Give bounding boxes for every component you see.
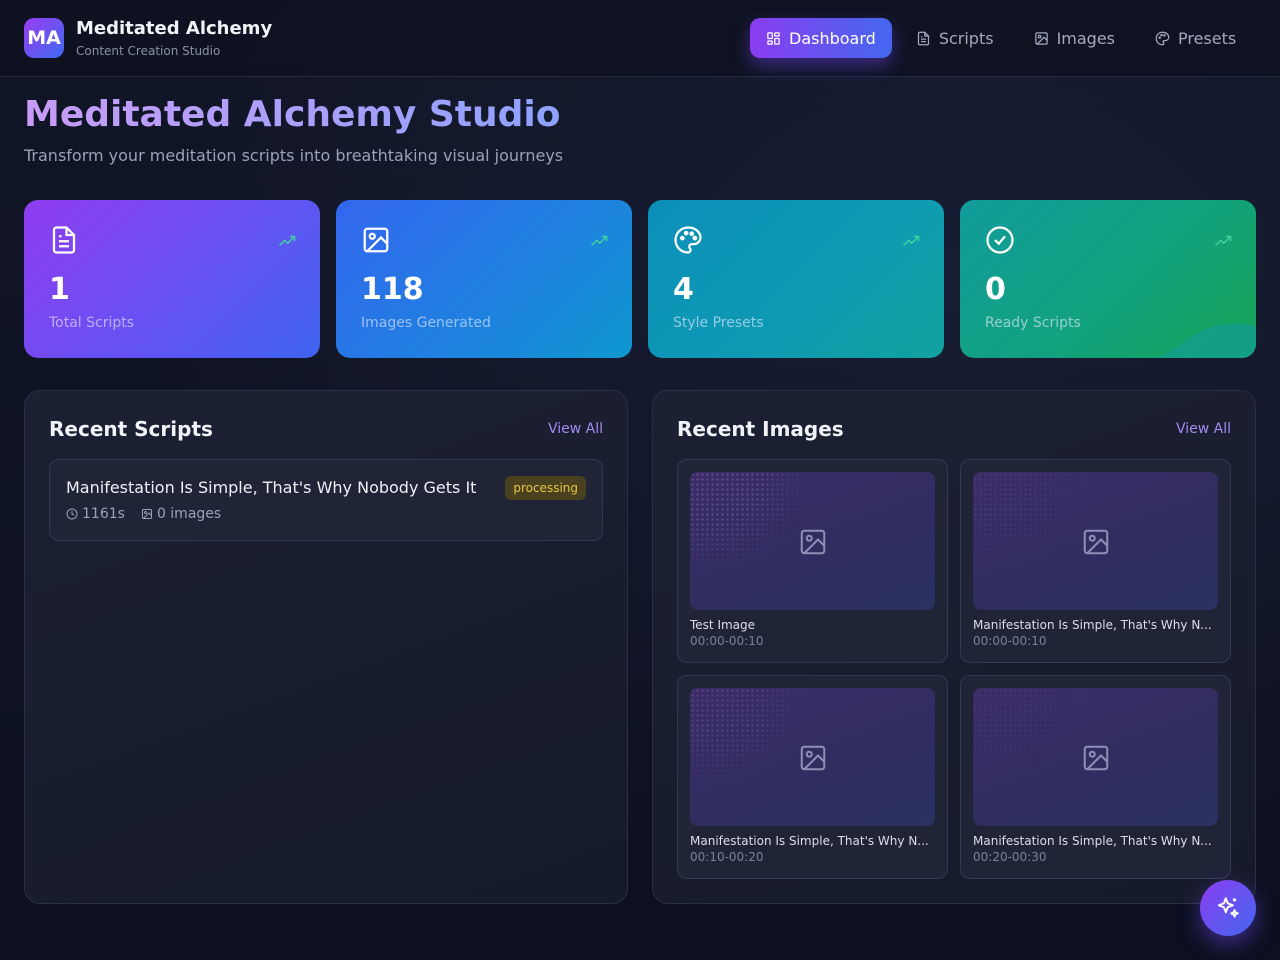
dashboard-icon	[767, 31, 780, 45]
image-card[interactable]: Manifestation Is Simple, That's Why N...…	[960, 675, 1231, 879]
script-item[interactable]: Manifestation Is Simple, That's Why Nobo…	[49, 459, 603, 541]
image-timecode: 00:10-00:20	[690, 850, 764, 864]
document-icon	[917, 31, 929, 45]
clock-icon	[66, 508, 78, 520]
image-placeholder-icon	[800, 529, 826, 555]
nav-label: Dashboard	[789, 28, 876, 48]
stat-value: 0	[985, 272, 1006, 307]
image-placeholder-icon	[800, 745, 826, 771]
page-subtitle: Transform your meditation scripts into b…	[24, 146, 564, 165]
trending-up-icon	[902, 235, 920, 247]
stat-label: Style Presets	[673, 315, 764, 331]
image-icon	[1034, 31, 1048, 45]
stat-label: Ready Scripts	[985, 315, 1081, 331]
view-all-scripts-link[interactable]: View All	[548, 421, 603, 437]
nav-item-dashboard[interactable]: Dashboard	[750, 18, 892, 58]
script-title: Manifestation Is Simple, That's Why Nobo…	[66, 478, 477, 497]
app-subtitle: Content Creation Studio	[76, 44, 221, 58]
image-placeholder-icon	[1083, 745, 1109, 771]
stat-value: 118	[361, 272, 424, 307]
top-bar: MA Meditated Alchemy Content Creation St…	[0, 0, 1280, 77]
trending-up-icon	[278, 235, 296, 247]
image-timecode: 00:00-00:10	[973, 634, 1047, 648]
image-title: Test Image	[690, 618, 756, 632]
image-timecode: 00:20-00:30	[973, 850, 1047, 864]
app-title: Meditated Alchemy	[76, 18, 273, 39]
image-timecode: 00:00-00:10	[690, 634, 764, 648]
image-thumbnail	[973, 688, 1218, 826]
script-meta: 1161s 0 images	[66, 506, 221, 522]
page-title: Meditated Alchemy Studio	[24, 94, 561, 135]
image-title: Manifestation Is Simple, That's Why N...	[973, 834, 1212, 848]
nav-item-presets[interactable]: Presets	[1139, 18, 1252, 58]
image-title: Manifestation Is Simple, That's Why N...	[690, 834, 929, 848]
image-card[interactable]: Manifestation Is Simple, That's Why N...…	[960, 459, 1231, 663]
stat-card-ready-scripts[interactable]: 0 Ready Scripts	[960, 200, 1256, 358]
script-image-count: 0 images	[156, 506, 222, 522]
stat-card-style-presets[interactable]: 4 Style Presets	[648, 200, 944, 358]
trending-up-icon	[1214, 235, 1232, 247]
stat-value: 4	[673, 272, 694, 307]
stat-card-images-generated[interactable]: 118 Images Generated	[336, 200, 632, 358]
image-card[interactable]: Test Image 00:00-00:10	[677, 459, 948, 663]
image-card[interactable]: Manifestation Is Simple, That's Why N...…	[677, 675, 948, 879]
palette-icon	[1155, 31, 1170, 45]
image-placeholder-icon	[1083, 529, 1109, 555]
image-thumbnail	[973, 472, 1218, 610]
nav-label: Scripts	[938, 28, 994, 48]
image-title: Manifestation Is Simple, That's Why N...	[973, 618, 1212, 632]
stat-label: Images Generated	[361, 315, 491, 331]
stat-card-total-scripts[interactable]: 1 Total Scripts	[24, 200, 320, 358]
panel-title: Recent Images	[677, 417, 844, 441]
document-icon	[52, 226, 76, 254]
image-icon	[363, 227, 389, 253]
recent-images-panel: Recent Images View All Test Image 00:00-…	[652, 390, 1256, 904]
image-thumbnail	[690, 688, 935, 826]
app-logo[interactable]: MA	[24, 18, 64, 58]
decorative-wave	[1156, 323, 1256, 358]
image-icon	[141, 509, 152, 519]
recent-scripts-panel: Recent Scripts View All Manifestation Is…	[24, 390, 628, 904]
image-thumbnail	[690, 472, 935, 610]
stat-label: Total Scripts	[49, 315, 135, 331]
nav-label: Images	[1056, 28, 1116, 48]
trending-up-icon	[590, 235, 608, 247]
main-nav: Dashboard Scripts Images Presets	[750, 18, 1260, 58]
nav-item-images[interactable]: Images	[1018, 18, 1131, 58]
nav-item-scripts[interactable]: Scripts	[900, 18, 1010, 58]
palette-icon	[674, 226, 702, 254]
panel-title: Recent Scripts	[49, 417, 213, 441]
status-badge: processing	[505, 476, 586, 500]
nav-label: Presets	[1178, 28, 1237, 48]
view-all-images-link[interactable]: View All	[1176, 421, 1231, 437]
sparkles-icon	[1217, 897, 1239, 918]
stat-value: 1	[49, 272, 70, 307]
ai-assistant-button[interactable]	[1200, 880, 1256, 936]
script-duration: 1161s	[82, 506, 125, 522]
check-circle-icon	[986, 226, 1014, 254]
